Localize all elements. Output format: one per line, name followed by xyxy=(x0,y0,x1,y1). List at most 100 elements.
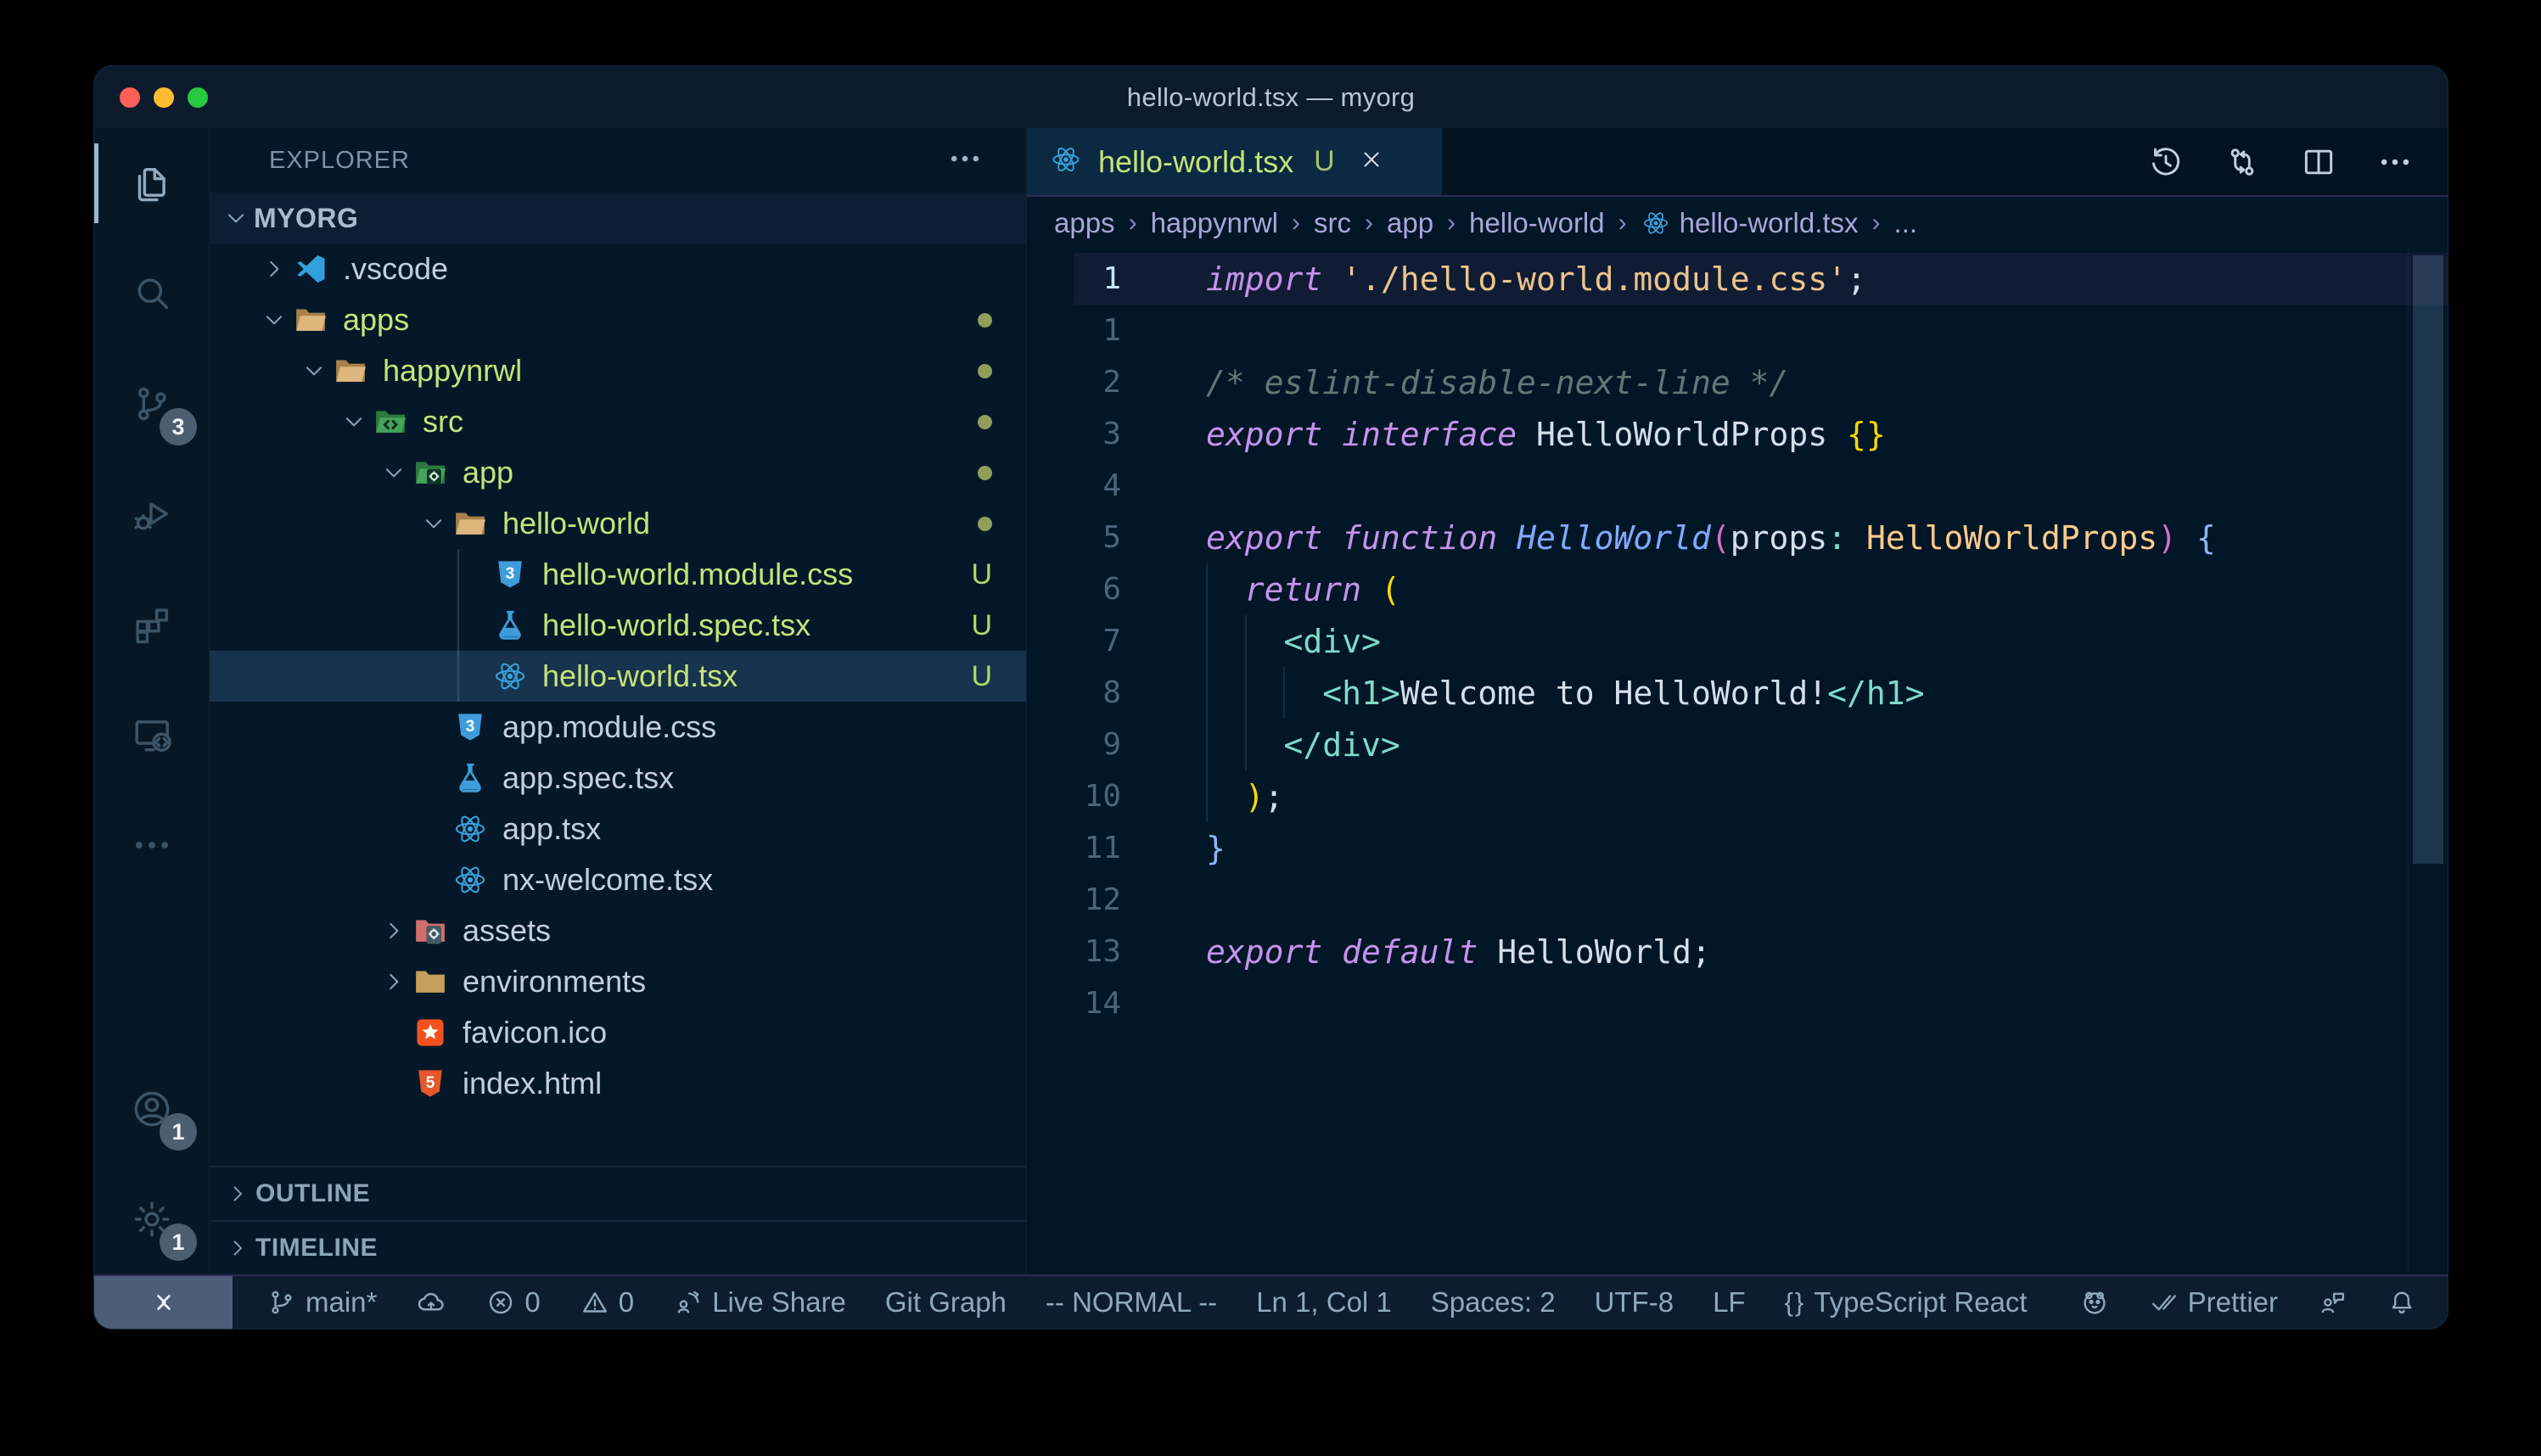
tree-item-hello-world-module-css[interactable]: 3hello-world.module.cssU xyxy=(210,549,1026,600)
tree-item-happynrwl[interactable]: happynrwl xyxy=(210,345,1026,396)
code-line[interactable]: 4 xyxy=(1027,460,2448,512)
favicon-icon xyxy=(412,1014,449,1051)
activity-bar-item-extensions[interactable] xyxy=(94,569,209,680)
zoom-window-button[interactable] xyxy=(188,87,208,108)
code-line[interactable]: 5export function HelloWorld(props: Hello… xyxy=(1027,512,2448,563)
activity-bar-item-search[interactable] xyxy=(94,238,209,349)
status-item-live-share[interactable]: Live Share xyxy=(673,1286,846,1319)
activity-bar-item-source-control[interactable]: 3 xyxy=(94,349,209,459)
split-editor-button[interactable] xyxy=(2300,143,2337,181)
minimize-window-button[interactable] xyxy=(154,87,174,108)
feedback-icon xyxy=(2079,1287,2110,1318)
breadcrumb-item--[interactable]: ... xyxy=(1894,207,1918,239)
open-changes-button[interactable] xyxy=(2224,143,2261,181)
status-item-feedback[interactable] xyxy=(2079,1287,2110,1318)
code-editor[interactable]: 1import './hello-world.module.css';12/* … xyxy=(1027,249,2448,1274)
breadcrumb-item-apps[interactable]: apps xyxy=(1054,207,1115,239)
tree-item-hello-world-tsx[interactable]: hello-world.tsxU xyxy=(210,651,1026,702)
line-number: 11 xyxy=(1027,831,1150,865)
tree-item-hello-world-spec-tsx[interactable]: hello-world.spec.tsx U xyxy=(210,600,1026,651)
tree-item-app-spec-tsx[interactable]: app.spec.tsx xyxy=(210,753,1026,804)
tree-item-app-module-css[interactable]: 3app.module.css xyxy=(210,702,1026,753)
close-tab-icon[interactable] xyxy=(1359,147,1384,176)
more-actions-button[interactable] xyxy=(2376,143,2414,181)
status-item-notifications[interactable] xyxy=(2387,1287,2417,1318)
activity-bar-item-remote-explorer[interactable] xyxy=(94,680,209,790)
status-item-prettier[interactable]: Prettier xyxy=(2149,1286,2278,1319)
code-text: export function HelloWorld(props: HelloW… xyxy=(1150,519,2216,557)
code-line[interactable]: 2/* eslint-disable-next-line */ xyxy=(1027,356,2448,408)
tree-item-app[interactable]: app xyxy=(210,447,1026,498)
tree-item-nx-welcome-tsx[interactable]: nx-welcome.tsx xyxy=(210,854,1026,905)
status-item-cursor-position[interactable]: Ln 1, Col 1 xyxy=(1256,1286,1392,1319)
tree-item-app-tsx[interactable]: app.tsx xyxy=(210,804,1026,854)
sidebar-section-outline[interactable]: OUTLINE xyxy=(210,1166,1026,1220)
close-window-button[interactable] xyxy=(120,87,140,108)
activity-bar-item-explorer[interactable] xyxy=(94,128,209,238)
sidebar-section-timeline[interactable]: TIMELINE xyxy=(210,1220,1026,1274)
code-line[interactable]: 11} xyxy=(1027,822,2448,874)
breadcrumb-item-hello-world[interactable]: hello-world xyxy=(1469,207,1605,239)
breadcrumb-label: app xyxy=(1387,207,1433,239)
status-item-tweet-feedback[interactable] xyxy=(2317,1287,2347,1318)
title-bar[interactable]: hello-world.tsx — myorg xyxy=(94,66,2448,128)
activity-bar-item-run-and-debug[interactable] xyxy=(94,459,209,569)
status-item-eol[interactable]: LF xyxy=(1713,1286,1746,1319)
breadcrumb-item-hello-world-tsx[interactable]: hello-world.tsx xyxy=(1641,207,1859,239)
activity-bar-item-more[interactable] xyxy=(94,790,209,900)
explorer-more-actions-icon[interactable] xyxy=(946,140,984,182)
tree-item-label: hello-world.tsx xyxy=(542,658,738,694)
activity-bar-item-settings[interactable]: 1 xyxy=(94,1164,209,1274)
git-untracked-badge: U xyxy=(971,609,992,642)
remote-indicator[interactable] xyxy=(94,1276,233,1329)
accounts-badge: 1 xyxy=(160,1113,197,1151)
status-item-errors[interactable]: 0 xyxy=(485,1286,540,1319)
status-item-git-branch[interactable]: main* xyxy=(266,1286,377,1319)
tab-hello-world-tsx[interactable]: hello-world.tsx U xyxy=(1027,128,1442,195)
breadcrumb-item-happynrwl[interactable]: happynrwl xyxy=(1151,207,1278,239)
code-line[interactable]: 14 xyxy=(1027,977,2448,1029)
status-item-vim-mode[interactable]: -- NORMAL -- xyxy=(1046,1286,1217,1319)
tree-section-myorg[interactable]: MYORG xyxy=(210,193,1026,244)
code-line[interactable]: 9 </div> xyxy=(1027,719,2448,770)
tree-item-apps[interactable]: apps xyxy=(210,294,1026,345)
chevron-down-icon xyxy=(421,511,446,536)
tree-item-label: hello-world.spec.tsx xyxy=(542,608,811,643)
code-line[interactable]: 7 <div> xyxy=(1027,615,2448,667)
code-line[interactable]: 8 <h1>Welcome to HelloWorld!</h1> xyxy=(1027,667,2448,719)
code-line[interactable]: 12 xyxy=(1027,874,2448,926)
workbench: 311 EXPLORER MYORG.vscodeappshappynrwlsr… xyxy=(94,128,2448,1274)
tree-item-index-html[interactable]: 5index.html xyxy=(210,1058,1026,1109)
status-item-encoding[interactable]: UTF-8 xyxy=(1595,1286,1674,1319)
code-line[interactable]: 6 return ( xyxy=(1027,563,2448,615)
css-icon: 3 xyxy=(491,556,529,593)
code-line[interactable]: 3export interface HelloWorldProps {} xyxy=(1027,408,2448,460)
code-line-current[interactable]: 1import './hello-world.module.css'; xyxy=(1027,253,2448,305)
history-button[interactable] xyxy=(2147,143,2185,181)
code-line[interactable]: 10 ); xyxy=(1027,770,2448,822)
scrollbar-thumb[interactable] xyxy=(2413,255,2443,864)
status-item-sync[interactable] xyxy=(416,1287,446,1318)
code-line[interactable]: 13export default HelloWorld; xyxy=(1027,926,2448,977)
tree-item--vscode[interactable]: .vscode xyxy=(210,244,1026,294)
breadcrumb-separator: › xyxy=(1618,209,1627,238)
folder-env-icon xyxy=(412,963,449,1000)
activity-bar-item-accounts[interactable]: 1 xyxy=(94,1054,209,1164)
tree-item-assets[interactable]: assets xyxy=(210,905,1026,956)
status-item-language-mode[interactable]: {}TypeScript React xyxy=(1785,1286,2028,1319)
tree-item-src[interactable]: src xyxy=(210,396,1026,447)
tree-item-favicon-ico[interactable]: favicon.ico xyxy=(210,1007,1026,1058)
tree-item-hello-world[interactable]: hello-world xyxy=(210,498,1026,549)
tree-item-environments[interactable]: environments xyxy=(210,956,1026,1007)
split-editor-icon xyxy=(2300,143,2337,181)
code-line[interactable]: 1 xyxy=(1027,305,2448,356)
status-item-git-graph[interactable]: Git Graph xyxy=(885,1286,1007,1319)
indent-guide xyxy=(1206,770,1208,822)
status-item-indentation[interactable]: Spaces: 2 xyxy=(1431,1286,1556,1319)
line-number: 1 xyxy=(1027,261,1150,296)
editor-group: hello-world.tsx U apps›happynrwl›src›app… xyxy=(1027,128,2448,1274)
breadcrumb-item-src[interactable]: src xyxy=(1314,207,1351,239)
breadcrumb-item-app[interactable]: app xyxy=(1387,207,1433,239)
tree-item-label: hello-world xyxy=(502,506,650,541)
status-item-warnings[interactable]: 0 xyxy=(580,1286,634,1319)
